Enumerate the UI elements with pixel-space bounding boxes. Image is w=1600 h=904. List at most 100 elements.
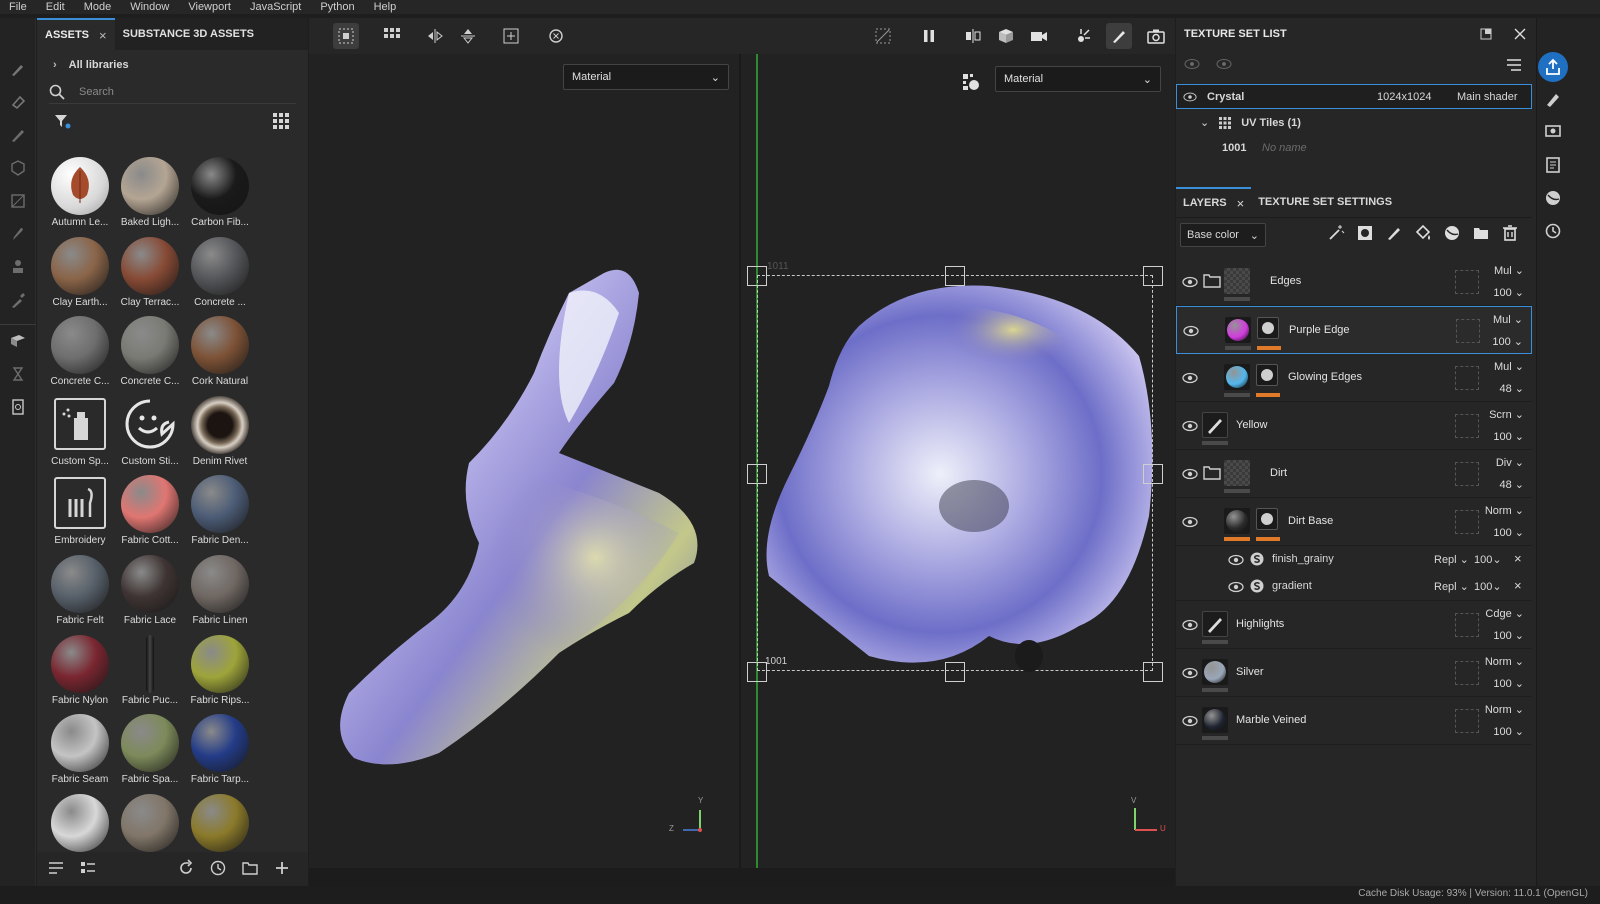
menu-javascript[interactable]: JavaScript [241,0,311,14]
delete-layer-button[interactable] [1495,224,1524,242]
uv-handle-mid-left[interactable] [747,464,767,484]
asset-item[interactable]: Fabric Den... [185,473,255,553]
brush-settings-button[interactable] [1537,82,1569,115]
layer-mask-slot[interactable] [1455,462,1479,486]
search-input[interactable]: Search [49,80,296,104]
camera-button[interactable] [1026,23,1052,49]
uv-tiles-group[interactable]: ⌄ UV Tiles (1) [1176,110,1532,135]
menu-edit[interactable]: Edit [37,0,75,14]
close-icon[interactable]: × [99,28,107,43]
menu-python[interactable]: Python [311,0,364,14]
library-selector[interactable]: › All libraries [37,50,308,80]
left-channel-dropdown[interactable]: Material ⌄ [563,64,729,90]
asset-item[interactable] [185,792,255,855]
folder-icon[interactable] [1203,273,1221,289]
pause-button[interactable] [916,23,942,49]
uv-handle-top-right[interactable] [1143,266,1163,286]
close-icon[interactable]: × [1514,578,1522,593]
uv-handle-mid-right[interactable] [1143,464,1163,484]
filter-icon[interactable] [53,112,71,130]
eye-icon[interactable] [1182,274,1198,290]
asset-item[interactable]: Fabric Nylon [45,633,115,713]
close-icon[interactable]: × [1237,196,1245,211]
reset-view-button[interactable] [543,23,569,49]
layer-opacity[interactable]: 48 ⌄ [1499,478,1524,491]
folder-icon[interactable] [1203,465,1221,481]
uv-mesh-view[interactable] [759,276,1155,672]
layer-mask-slot[interactable] [1455,510,1479,534]
layer-blend-mode[interactable]: Norm ⌄ [1485,655,1524,668]
export-button[interactable] [1538,52,1568,82]
eye-off-icon[interactable] [1184,56,1200,72]
layer-opacity[interactable]: 100 ⌄ [1493,677,1524,690]
viewport[interactable]: Material ⌄ Material ⌄ 1011 1001 Y Z V U [309,18,1175,886]
effect-blend-mode[interactable]: Repl ⌄ [1434,580,1469,593]
asset-item[interactable]: Carbon Fib... [185,155,255,235]
layer-row[interactable]: Edges Mul ⌄ 100 ⌄ [1176,258,1532,306]
layer-opacity[interactable]: 100 ⌄ [1492,335,1523,348]
tab-layers[interactable]: LAYERS × [1176,187,1252,217]
eye-icon[interactable] [1183,323,1199,339]
layer-opacity[interactable]: 100 ⌄ [1493,430,1524,443]
add-mask-button[interactable] [1350,224,1379,242]
bake-tool[interactable] [0,324,36,357]
eye-icon[interactable] [1228,579,1244,595]
effect-blend-mode[interactable]: Repl ⌄ [1434,553,1469,566]
uv-tile-1001[interactable]: 1001 No name [1176,135,1532,160]
layer-mask-thumbnail[interactable] [1257,317,1279,339]
eye-icon[interactable] [1182,713,1198,729]
list-view-button[interactable] [47,859,65,880]
asset-item[interactable]: Fabric Lace [115,553,185,633]
layer-row[interactable]: Purple Edge Mul ⌄ 100 ⌄ [1176,306,1532,354]
channel-dropdown[interactable]: Base color ⌄ [1180,223,1266,247]
grid-view-icon[interactable] [272,112,290,130]
layer-mask-thumbnail[interactable] [1256,364,1278,386]
add-folder-button[interactable] [1466,224,1495,242]
eye-icon[interactable] [1182,418,1198,434]
layer-blend-mode[interactable]: Div ⌄ [1496,456,1524,469]
mirror-x-button[interactable] [422,23,448,49]
uv-handle-bottom-center[interactable] [945,662,965,682]
tab-substance-3d-assets[interactable]: SUBSTANCE 3D ASSETS [114,18,263,50]
layer-blend-mode[interactable]: Cdge ⌄ [1485,607,1524,620]
uv-handle-top-left[interactable] [747,266,767,286]
asset-item[interactable]: Custom Sp... [45,394,115,474]
add-paint-layer-button[interactable] [1379,224,1408,242]
asset-item[interactable]: Denim Rivet [185,394,255,474]
asset-item[interactable]: Baked Ligh... [115,155,185,235]
asset-item[interactable]: Concrete ... [185,235,255,315]
effect-opacity[interactable]: 100⌄ [1474,553,1502,566]
asset-item[interactable]: Concrete C... [115,314,185,394]
layer-row[interactable]: Dirt Div ⌄ 48 ⌄ [1176,450,1532,498]
layer-mask-slot[interactable] [1455,366,1479,390]
layer-mask-slot[interactable] [1455,709,1479,733]
eye-icon[interactable] [1216,56,1232,72]
smudge-tool[interactable] [0,217,36,250]
layer-blend-mode[interactable]: Norm ⌄ [1485,703,1524,716]
texture-set-shader[interactable]: Main shader [1457,91,1518,103]
layer-row[interactable]: Yellow Scrn ⌄ 100 ⌄ [1176,402,1532,450]
eye-icon[interactable] [1182,665,1198,681]
layer-row[interactable]: Silver Norm ⌄ 100 ⌄ [1176,649,1532,697]
mirror-y-button[interactable] [455,23,481,49]
menu-window[interactable]: Window [121,0,179,14]
uv-handle-bottom-right[interactable] [1143,662,1163,682]
asset-item[interactable]: Fabric Linen [185,553,255,633]
eraser-tool[interactable] [0,85,36,118]
eye-icon[interactable] [1182,466,1198,482]
layer-mask-slot[interactable] [1456,319,1480,343]
asset-item[interactable]: Cork Natural [185,314,255,394]
asset-item[interactable] [115,792,185,855]
right-channel-dropdown[interactable]: Material ⌄ [995,66,1161,92]
asset-item[interactable]: Fabric Cott... [115,473,185,553]
eye-icon[interactable] [1182,370,1198,386]
layer-row[interactable]: Highlights Cdge ⌄ 100 ⌄ [1176,601,1532,649]
close-icon[interactable] [1514,28,1526,40]
layer-mask-slot[interactable] [1455,414,1479,438]
layer-row[interactable]: Dirt Base Norm ⌄ 100 ⌄ [1176,498,1532,546]
hide-button[interactable] [870,23,896,49]
tab-assets[interactable]: ASSETS × [37,18,115,50]
frame-button[interactable] [498,23,524,49]
asset-item[interactable]: Fabric Spa... [115,712,185,792]
layer-blend-mode[interactable]: Mul ⌄ [1494,360,1524,373]
